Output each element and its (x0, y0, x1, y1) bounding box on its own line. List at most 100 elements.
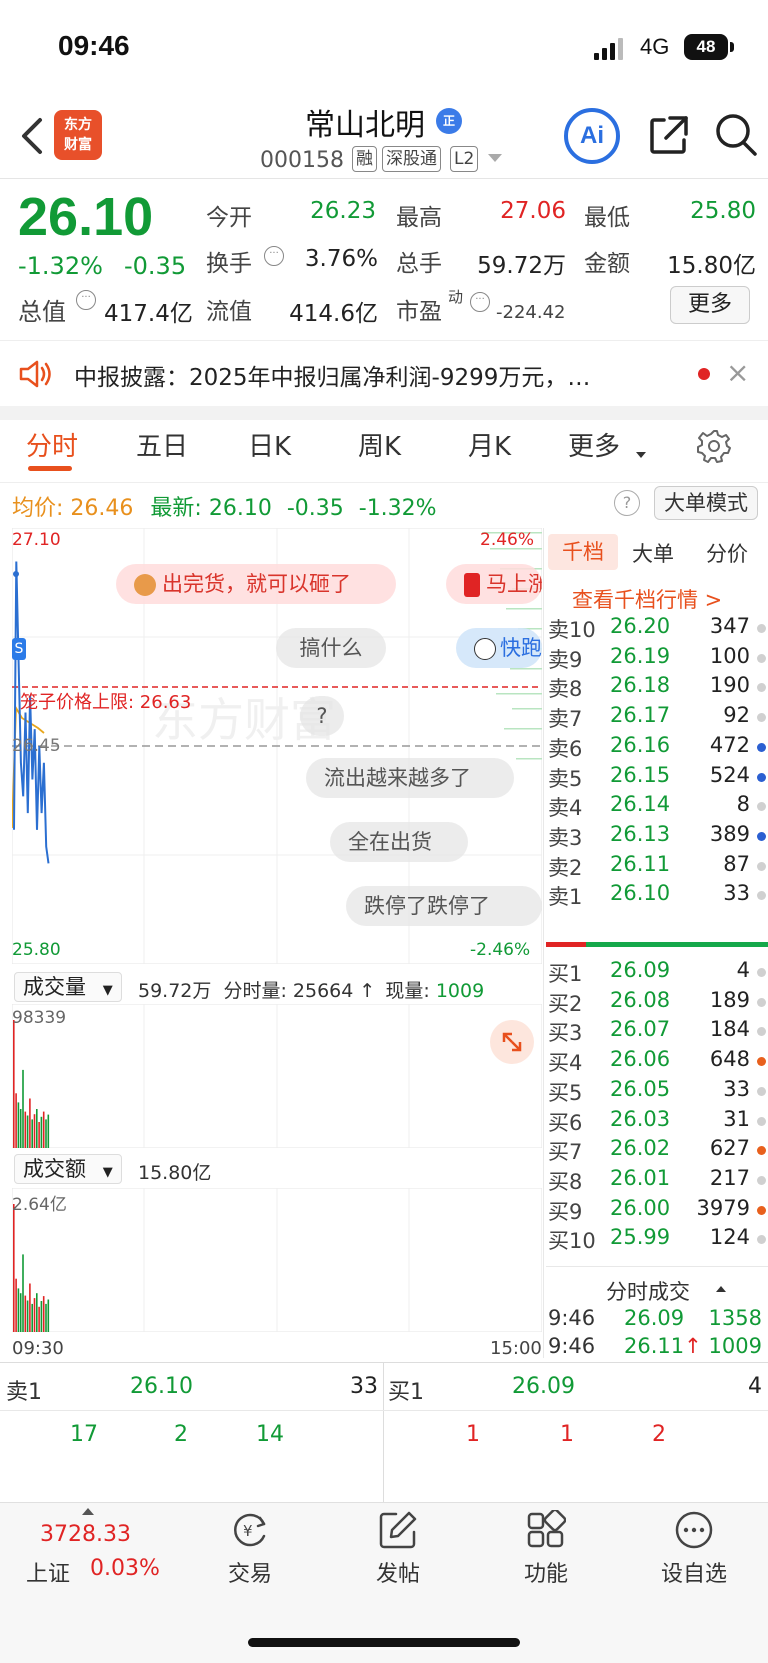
compose-post-icon[interactable] (378, 1510, 418, 1550)
tab-more[interactable]: 更多 (568, 426, 620, 463)
tab-more-caret-icon (636, 452, 646, 458)
search-icon[interactable] (714, 112, 758, 158)
battery-icon: 48 (684, 34, 728, 60)
help-icon[interactable]: ? (614, 490, 640, 516)
order-price: 26.10 (610, 881, 671, 906)
bid-row[interactable]: 买7 26.02 627 (546, 1136, 768, 1168)
svg-text:¥: ¥ (243, 1522, 253, 1540)
bid-row[interactable]: 买6 26.03 31 (546, 1107, 768, 1139)
chevron-up-icon[interactable] (82, 1508, 94, 1515)
amount-indicator-selector[interactable]: 成交额 ▼ (14, 1154, 122, 1184)
volume-bar (29, 1098, 31, 1148)
comment-bubble[interactable]: 出完货，就可以砸了 (116, 564, 396, 604)
ticks-title[interactable]: 分时成交 (606, 1276, 690, 1306)
cow-emoji-icon (474, 638, 496, 660)
trade-icon[interactable]: ¥ (230, 1510, 270, 1550)
nav-trade[interactable]: 交易 (200, 1556, 300, 1588)
order-flag-dot (757, 683, 766, 693)
order-book-tab-price-distribution[interactable]: 分价 (706, 538, 748, 568)
amount-chart[interactable] (12, 1188, 542, 1332)
verified-badge-icon: 正 (436, 108, 462, 134)
comment-bubble[interactable]: 流出越来越多了 (306, 758, 514, 798)
order-book-tab-big-orders[interactable]: 大单 (632, 538, 674, 568)
ai-assistant-button[interactable]: Ai (564, 108, 620, 164)
expand-icon[interactable] (490, 1020, 534, 1064)
comment-bubble[interactable]: 快跑 (456, 628, 542, 668)
tab-intraday[interactable]: 分时 (26, 426, 78, 463)
comment-bubble[interactable]: 全在出货 (330, 822, 468, 862)
battery-tip (730, 42, 734, 52)
chevron-up-icon[interactable] (716, 1286, 726, 1292)
amount-label: 金额 (584, 251, 630, 277)
index-name[interactable]: 上证 (26, 1556, 70, 1588)
order-price: 26.18 (610, 673, 671, 698)
ask-row[interactable]: 卖5 26.15 524 (546, 763, 768, 795)
index-change[interactable]: 0.03% (90, 1556, 160, 1581)
bid-ask-ratio-bar-ask (546, 942, 586, 947)
order-flag-dot (757, 968, 766, 977)
tab-weekly-k[interactable]: 周K (358, 426, 401, 463)
amount-bar (29, 1283, 31, 1332)
ask-row[interactable]: 卖1 26.10 33 (546, 881, 768, 913)
view-depth-link[interactable]: 查看千档行情 > (572, 584, 722, 614)
bid-row[interactable]: 买3 26.07 184 (546, 1017, 768, 1049)
order-price: 26.13 (610, 821, 671, 846)
order-price: 26.19 (610, 643, 671, 668)
bid-row[interactable]: 买4 26.06 648 (546, 1047, 768, 1079)
order-book-tab-depth[interactable]: 千档 (548, 534, 618, 570)
ask-row[interactable]: 卖6 26.16 472 (546, 733, 768, 765)
ask-row[interactable]: 卖8 26.18 190 (546, 673, 768, 705)
order-volume: 184 (709, 1017, 750, 1042)
bid-row[interactable]: 买10 25.99 124 (546, 1225, 768, 1257)
index-value[interactable]: 3728.33 (40, 1522, 131, 1547)
comment-bubble[interactable]: ? (300, 696, 344, 736)
comment-bubble[interactable]: 跌停了跌停了 (346, 886, 542, 926)
comment-bubble[interactable]: 搞什么 (276, 628, 386, 668)
share-icon[interactable] (648, 114, 690, 156)
order-price: 26.17 (610, 703, 671, 728)
functions-grid-icon[interactable] (526, 1510, 566, 1550)
volume-now-label: 现量: (385, 980, 430, 1002)
stock-switch-caret-icon[interactable] (488, 154, 502, 162)
tick-time: 9:46 (548, 1306, 596, 1330)
volume-bar (17, 1102, 20, 1148)
notice-close-icon[interactable]: × (726, 356, 749, 389)
gear-icon[interactable] (696, 428, 732, 464)
nav-add-watchlist[interactable]: 设自选 (644, 1556, 744, 1588)
comment-bubble[interactable]: 马上涨 (446, 564, 542, 604)
nav-post[interactable]: 发帖 (348, 1556, 448, 1588)
ask-row[interactable]: 卖3 26.13 389 (546, 822, 768, 854)
level1-bid-price: 26.09 (512, 1374, 575, 1399)
bid-row[interactable]: 买8 26.01 217 (546, 1166, 768, 1198)
more-quote-button[interactable]: 更多 (670, 286, 750, 324)
tab-daily-k[interactable]: 日K (248, 426, 291, 463)
order-price: 26.09 (610, 958, 671, 982)
ask-row[interactable]: 卖10 26.20 347 (546, 614, 768, 646)
volume-detail-value: 25664 (292, 980, 354, 1002)
ask-row[interactable]: 卖2 26.11 87 (546, 852, 768, 884)
ask-row[interactable]: 卖9 26.19 100 (546, 644, 768, 676)
volume-chart[interactable] (12, 1004, 542, 1148)
ask-row[interactable]: 卖4 26.14 8 (546, 792, 768, 824)
tab-monthly-k[interactable]: 月K (468, 426, 511, 463)
big-order-mode-button[interactable]: 大单模式 (654, 486, 758, 520)
bid-row[interactable]: 买9 26.00 3979 (546, 1196, 768, 1228)
tab-five-day[interactable]: 五日 (136, 426, 188, 463)
bid-row[interactable]: 买2 26.08 189 (546, 988, 768, 1020)
amount-selector-label: 成交额 (23, 1157, 86, 1181)
volume-indicator-selector[interactable]: 成交量 ▼ (14, 972, 122, 1002)
turnover-info-icon[interactable]: ··· (264, 246, 284, 266)
volume-bar (15, 1093, 17, 1148)
more-options-icon[interactable] (674, 1510, 714, 1550)
bid-row[interactable]: 买1 26.09 4 (546, 958, 768, 990)
bid-row[interactable]: 买5 26.05 33 (546, 1077, 768, 1109)
nav-functions[interactable]: 功能 (496, 1556, 596, 1588)
price-axis-mid: 26.45 (12, 736, 61, 756)
order-level-label: 买2 (548, 991, 583, 1016)
ask-row[interactable]: 卖7 26.17 92 (546, 703, 768, 735)
notice-text[interactable]: 中报披露：2025年中报归属净利润-9299万元，… (74, 358, 674, 392)
volume-value: 59.72万 (477, 253, 566, 279)
market-cap-info-icon[interactable]: ··· (76, 290, 96, 310)
back-arrow-icon[interactable] (18, 114, 46, 158)
pe-info-icon[interactable]: ··· (470, 292, 490, 312)
